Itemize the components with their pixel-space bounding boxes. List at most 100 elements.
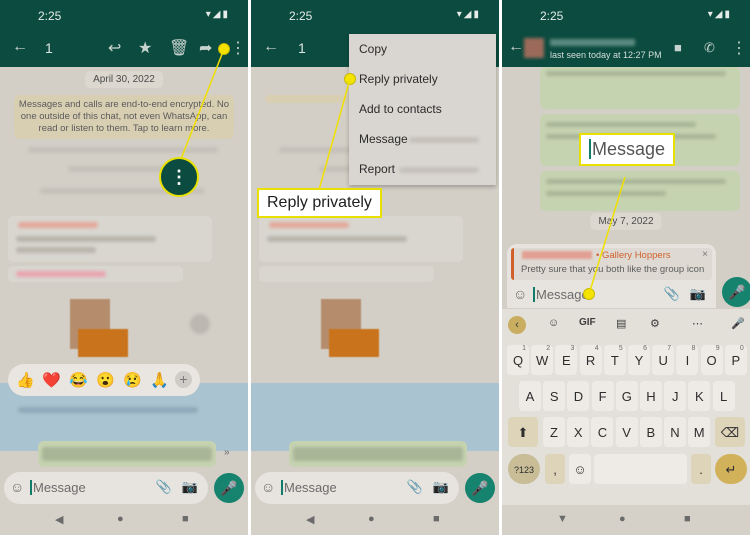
message-bubble[interactable] [8, 216, 212, 262]
key-d[interactable]: D [567, 381, 590, 411]
camera-icon[interactable]: 📷 [182, 479, 198, 495]
back-arrow-icon[interactable]: ← [263, 38, 279, 56]
nav-home-icon[interactable]: ● [368, 513, 375, 525]
voice-input-icon[interactable]: 🎤 [731, 317, 745, 330]
enter-key[interactable]: ↵ [715, 454, 747, 484]
symbols-key[interactable]: ?123 [508, 454, 540, 484]
keyboard-collapse-button[interactable]: ‹ [508, 316, 526, 334]
key-r[interactable]: R4 [579, 345, 602, 375]
video-call-icon[interactable]: ■ [674, 40, 682, 55]
star-icon[interactable]: ★ [138, 38, 152, 58]
contact-name-blurred[interactable] [550, 39, 635, 46]
camera-icon[interactable]: 📷 [433, 479, 449, 495]
menu-item-reply-privately[interactable]: Reply privately [359, 72, 438, 86]
key-m[interactable]: M [688, 417, 711, 447]
nav-back-icon[interactable]: ◀ [306, 513, 314, 526]
forward-icon[interactable]: ➦ [199, 38, 212, 58]
key-q[interactable]: Q1 [507, 345, 529, 375]
nav-recents-icon[interactable]: ■ [433, 513, 440, 525]
mic-button[interactable]: 🎤 [722, 277, 750, 307]
message-input[interactable]: Message [30, 480, 86, 495]
key-p[interactable]: P0 [724, 345, 747, 375]
key-j[interactable]: J [664, 381, 687, 411]
key-s[interactable]: S [543, 381, 566, 411]
key-o[interactable]: O9 [700, 345, 723, 375]
voice-call-icon[interactable]: ✆ [704, 40, 715, 56]
mic-button[interactable]: 🎤 [465, 473, 495, 503]
key-i[interactable]: I8 [676, 345, 699, 375]
back-arrow-icon[interactable]: ← [12, 38, 28, 56]
key-k[interactable]: K [688, 381, 711, 411]
menu-item-message[interactable]: Message [359, 132, 408, 146]
comma-key[interactable]: , [545, 454, 565, 484]
reaction-add-button[interactable]: + [175, 371, 192, 388]
close-reply-icon[interactable]: × [702, 249, 708, 260]
contact-avatar[interactable] [524, 38, 544, 58]
reaction-pray[interactable]: 🙏 [150, 371, 169, 389]
key-w[interactable]: W2 [531, 345, 554, 375]
key-l[interactable]: L [712, 381, 735, 411]
more-options-icon[interactable]: ⋮ [731, 38, 747, 58]
message-input[interactable]: Message [281, 480, 337, 495]
quoted-message[interactable]: • Gallery Hoppers Pretty sure that you b… [511, 248, 712, 280]
message-input[interactable]: Message [533, 287, 589, 302]
attach-icon[interactable]: 📎 [407, 479, 423, 495]
space-key[interactable] [594, 454, 687, 484]
message-bubble[interactable] [259, 266, 434, 282]
key-g[interactable]: G [615, 381, 638, 411]
period-key[interactable]: . [691, 454, 711, 484]
key-c[interactable]: C [591, 417, 614, 447]
key-y[interactable]: Y6 [628, 345, 650, 375]
key-e[interactable]: E3 [555, 345, 578, 375]
reaction-surprised[interactable]: 😮 [96, 371, 115, 389]
message-bubble-outgoing[interactable] [540, 171, 740, 211]
reaction-laugh[interactable]: 😂 [69, 371, 88, 389]
forward-shortcut-icon[interactable] [190, 314, 210, 334]
attach-icon[interactable]: 📎 [156, 479, 172, 495]
more-tools-icon[interactable]: ⋯ [692, 317, 703, 330]
camera-icon[interactable]: 📷 [690, 286, 706, 302]
settings-icon[interactable]: ⚙ [650, 317, 660, 330]
key-h[interactable]: H [640, 381, 662, 411]
message-bubble-outgoing[interactable] [540, 67, 740, 109]
emoji-icon[interactable]: ☺ [10, 479, 24, 495]
message-bubble[interactable] [8, 266, 183, 282]
mic-button[interactable]: 🎤 [214, 473, 244, 503]
reply-icon[interactable]: ↩ [108, 38, 121, 58]
delete-icon[interactable]: 🗑 [169, 38, 189, 58]
emoji-key[interactable]: ☺ [569, 454, 591, 484]
key-n[interactable]: N [664, 417, 686, 447]
message-bubble-outgoing[interactable] [38, 441, 216, 467]
back-arrow-icon[interactable]: ← [508, 38, 524, 56]
key-u[interactable]: U7 [652, 345, 675, 375]
key-v[interactable]: V [615, 417, 638, 447]
sticker-icon[interactable]: ☺ [548, 317, 559, 329]
message-bubble[interactable] [259, 216, 463, 262]
more-options-icon[interactable]: ⋮ [230, 38, 246, 58]
menu-item-report[interactable]: Report [359, 162, 395, 176]
emoji-icon[interactable]: ☺ [513, 286, 527, 302]
nav-back-icon[interactable]: ◀ [55, 513, 63, 526]
nav-back-icon[interactable]: ▼ [557, 513, 568, 525]
encryption-notice[interactable]: Messages and calls are end-to-end encryp… [14, 95, 234, 139]
emoji-icon[interactable]: ☺ [261, 479, 275, 495]
menu-item-copy[interactable]: Copy [359, 42, 387, 56]
nav-home-icon[interactable]: ● [619, 513, 626, 525]
key-t[interactable]: T5 [603, 345, 626, 375]
message-bubble-outgoing[interactable] [289, 441, 467, 467]
backspace-key[interactable]: ⌫ [715, 417, 745, 447]
attach-icon[interactable]: 📎 [664, 286, 680, 302]
key-f[interactable]: F [591, 381, 614, 411]
shift-key[interactable]: ⬆ [508, 417, 538, 447]
nav-recents-icon[interactable]: ■ [182, 513, 189, 525]
reaction-heart[interactable]: ❤️ [42, 371, 61, 389]
gif-button[interactable]: GIF [579, 317, 596, 328]
scroll-down-icon[interactable]: » [224, 447, 230, 458]
key-a[interactable]: A [519, 381, 541, 411]
reaction-thumbs-up[interactable]: 👍 [16, 371, 35, 389]
nav-home-icon[interactable]: ● [117, 513, 124, 525]
key-b[interactable]: B [639, 417, 662, 447]
reaction-sad[interactable]: 😢 [123, 371, 142, 389]
clipboard-icon[interactable]: ▤ [616, 317, 626, 330]
key-z[interactable]: Z [543, 417, 565, 447]
